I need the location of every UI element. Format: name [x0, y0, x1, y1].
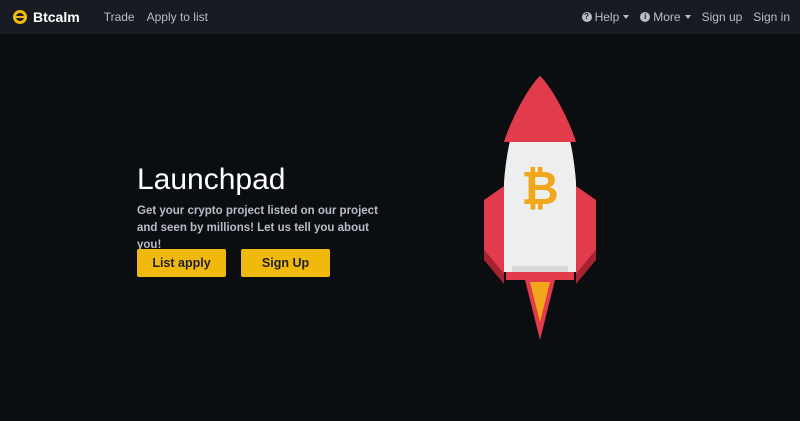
help-dropdown[interactable]: ? Help: [581, 10, 630, 24]
sign-in-link[interactable]: Sign in: [753, 10, 790, 24]
top-navbar: Btcalm Trade Apply to list ? Help i More…: [0, 0, 800, 34]
page-title: Launchpad: [137, 163, 286, 196]
rocket-nose: [504, 76, 576, 142]
bitcoin-rocket-illustration: ₿: [484, 76, 596, 340]
caret-down-icon: [623, 15, 630, 19]
sign-up-link[interactable]: Sign up: [702, 10, 743, 24]
sign-up-button[interactable]: Sign Up: [241, 249, 330, 277]
primary-nav: Trade Apply to list: [104, 10, 208, 24]
hero-description: Get your crypto project listed on our pr…: [137, 205, 378, 251]
logo-icon: [13, 10, 27, 24]
nav-trade[interactable]: Trade: [104, 10, 135, 24]
rocket-base-band: [506, 272, 574, 280]
brand-name: Btcalm: [33, 9, 80, 25]
brand-link[interactable]: Btcalm: [12, 9, 80, 25]
nav-apply-to-list[interactable]: Apply to list: [147, 10, 208, 24]
bitcoin-icon: ₿: [521, 161, 559, 215]
more-dropdown[interactable]: i More: [640, 10, 691, 24]
question-circle-icon: ?: [581, 12, 592, 22]
secondary-nav: ? Help i More Sign up Sign in: [581, 10, 790, 24]
caret-down-icon: [684, 15, 691, 19]
list-apply-button[interactable]: List apply: [137, 249, 226, 277]
more-label: More: [653, 10, 681, 24]
info-circle-icon: i: [640, 12, 651, 22]
help-label: Help: [594, 10, 620, 24]
